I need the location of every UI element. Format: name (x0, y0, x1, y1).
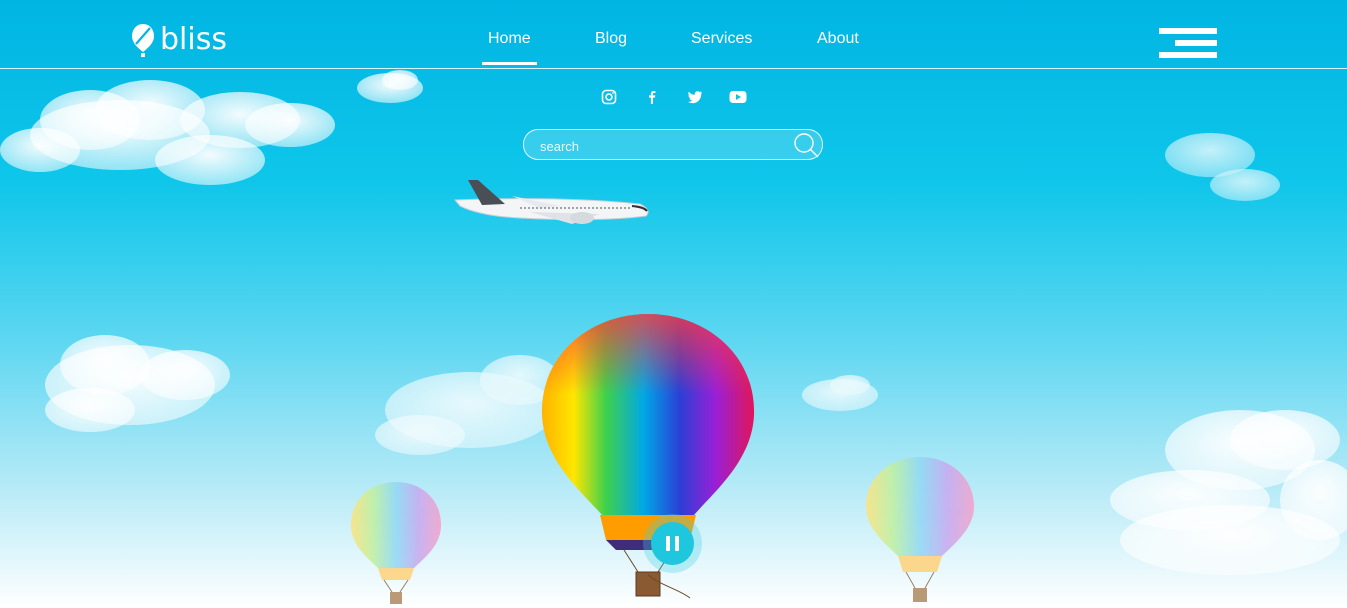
pause-icon-bar (666, 536, 670, 551)
header: bliss Home Blog Services About (0, 0, 1347, 69)
social-links (600, 88, 772, 106)
search-bar (523, 129, 823, 160)
main-nav: Home Blog Services About (0, 30, 1347, 66)
pause-icon-bar (675, 536, 679, 551)
nav-item-services[interactable]: Services (691, 30, 752, 48)
nav-item-about[interactable]: About (817, 30, 859, 48)
hot-air-balloon (541, 314, 755, 599)
youtube-icon[interactable] (729, 88, 747, 106)
cloud (45, 335, 230, 432)
search-button[interactable] (792, 130, 822, 159)
airplane (453, 180, 649, 224)
cloud (802, 375, 878, 411)
nav-item-blog[interactable]: Blog (595, 30, 627, 48)
menu-icon[interactable] (1159, 28, 1217, 58)
pause-button[interactable] (651, 522, 694, 565)
instagram-icon[interactable] (600, 88, 618, 106)
twitter-icon[interactable] (686, 88, 704, 106)
cloud (1110, 410, 1347, 575)
cloud (357, 70, 423, 103)
facebook-icon[interactable] (643, 88, 661, 106)
cloud (0, 80, 335, 185)
cloud (1165, 133, 1280, 201)
hot-air-balloon (350, 482, 442, 604)
search-icon (794, 133, 819, 158)
cloud (375, 355, 560, 455)
search-input[interactable] (538, 135, 792, 157)
nav-item-home[interactable]: Home (482, 30, 537, 65)
hot-air-balloon (865, 457, 975, 602)
